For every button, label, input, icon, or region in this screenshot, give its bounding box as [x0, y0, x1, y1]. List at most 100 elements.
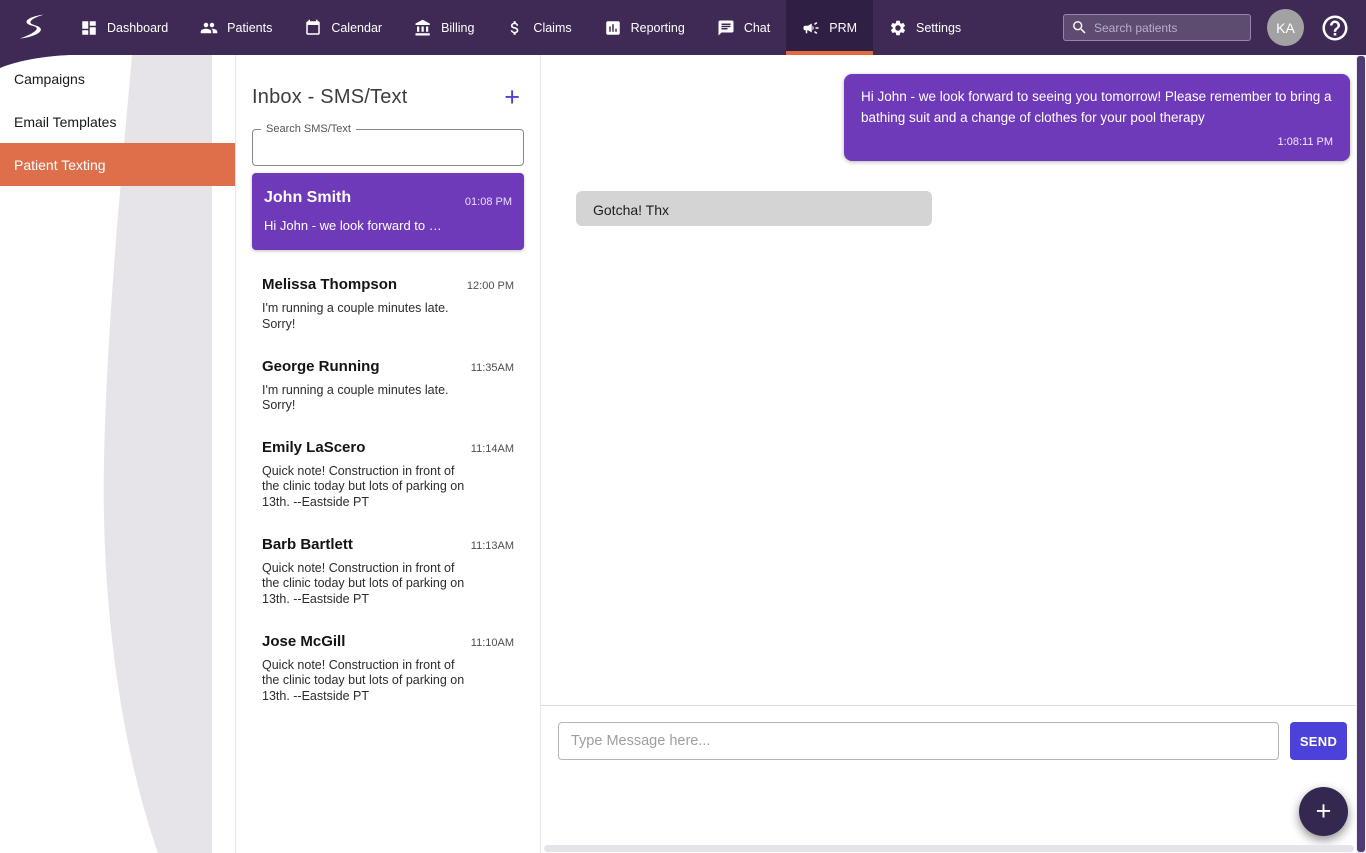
- nav-item-label: Patients: [227, 20, 273, 35]
- horizontal-scrollbar[interactable]: [544, 845, 1354, 852]
- patients-icon: [200, 19, 218, 37]
- message-row: Hi John - we look forward to seeing you …: [541, 74, 1366, 161]
- new-conversation-button[interactable]: +: [500, 83, 524, 111]
- vertical-scrollbar[interactable]: [1356, 55, 1366, 853]
- conversation-time: 11:13AM: [470, 539, 514, 552]
- nav-item-prm[interactable]: PRM: [786, 0, 874, 55]
- conversation-item[interactable]: John Smith 01:08 PM Hi John - we look fo…: [252, 173, 524, 251]
- nav-right: KA: [1063, 0, 1366, 55]
- nav-item-label: PRM: [829, 20, 858, 35]
- conversation-time: 11:10AM: [470, 636, 514, 649]
- nav-item-patients[interactable]: Patients: [184, 0, 288, 55]
- nav-item-label: Reporting: [630, 20, 685, 35]
- sidebar-item-patient-texting[interactable]: Patient Texting: [0, 143, 235, 186]
- conversation-item[interactable]: Barb Bartlett 11:13AM Quick note! Constr…: [252, 524, 524, 621]
- prm-sidebar: Campaigns Email Templates Patient Textin…: [0, 55, 235, 853]
- nav-item-calendar[interactable]: Calendar: [288, 0, 398, 55]
- message-bubble: Hi John - we look forward to seeing you …: [844, 74, 1350, 161]
- conversation-preview: Quick note! Construction in front of the…: [262, 560, 465, 606]
- conversation-list: John Smith 01:08 PM Hi John - we look fo…: [252, 173, 524, 717]
- conversation-item[interactable]: Jose McGill 11:10AM Quick note! Construc…: [252, 621, 524, 718]
- conversation-header: John Smith 01:08 PM: [264, 189, 512, 208]
- conversation-name: Jose McGill: [262, 632, 346, 650]
- nav-item-label: Settings: [916, 20, 962, 35]
- help-icon[interactable]: [1320, 13, 1350, 43]
- claims-icon: [506, 19, 524, 37]
- conversation-name: George Running: [262, 357, 380, 375]
- message-text: Gotcha! Thx: [593, 201, 670, 218]
- message-input[interactable]: [558, 722, 1279, 760]
- conversation-header: Melissa Thompson 12:00 PM: [262, 276, 514, 293]
- nav-item-label: Chat: [743, 20, 771, 35]
- nav-items: Dashboard Patients Calendar Billing Clai…: [64, 0, 977, 55]
- vertical-scrollbar-thumb[interactable]: [1357, 56, 1365, 852]
- nav-item-label: Dashboard: [107, 20, 169, 35]
- nav-item-settings[interactable]: Settings: [873, 0, 977, 55]
- nav-item-billing[interactable]: Billing: [398, 0, 490, 55]
- calendar-icon: [304, 19, 322, 37]
- conversation-item[interactable]: George Running 11:35AM I'm running a cou…: [252, 346, 524, 427]
- sidebar-item-label: Email Templates: [14, 113, 117, 130]
- page-body: Campaigns Email Templates Patient Textin…: [0, 55, 1366, 853]
- megaphone-icon: [802, 19, 820, 37]
- patient-search[interactable]: [1063, 14, 1251, 41]
- nav-item-claims[interactable]: Claims: [490, 0, 587, 55]
- sidebar-item-label: Patient Texting: [14, 156, 106, 173]
- conversation-header: Jose McGill 11:10AM: [262, 633, 514, 650]
- conversation-name: Melissa Thompson: [262, 276, 398, 294]
- nav-curve-decoration: [0, 55, 70, 68]
- conversation-preview: I'm running a couple minutes late. Sorry…: [262, 382, 449, 413]
- send-button[interactable]: SEND: [1290, 722, 1347, 760]
- sms-search-label: Search SMS/Text: [261, 123, 356, 135]
- sms-search-field[interactable]: Search SMS/Text: [252, 123, 524, 166]
- sidebar-list: Campaigns Email Templates Patient Textin…: [0, 55, 235, 186]
- inbox-header: Inbox - SMS/Text +: [252, 79, 524, 115]
- chat-icon: [717, 19, 735, 37]
- nav-item-dashboard[interactable]: Dashboard: [64, 0, 184, 55]
- conversation-item[interactable]: Emily LaScero 11:14AM Quick note! Constr…: [252, 427, 524, 524]
- conversation-name: Barb Bartlett: [262, 535, 353, 553]
- app-root: Dashboard Patients Calendar Billing Clai…: [0, 0, 1366, 853]
- conversation-time: 11:14AM: [470, 442, 514, 455]
- conversation-name: John Smith: [264, 189, 352, 206]
- search-icon: [1071, 19, 1088, 36]
- nav-item-label: Billing: [441, 20, 475, 35]
- sidebar-item-label: Campaigns: [14, 70, 85, 87]
- message-row: Gotcha! Thx: [541, 190, 1366, 226]
- message-bubble: Gotcha! Thx: [576, 190, 932, 226]
- composer-area: SEND: [541, 706, 1366, 853]
- message-text: Hi John - we look forward to seeing you …: [861, 89, 1332, 125]
- conversation-time: 12:00 PM: [466, 280, 514, 293]
- nav-item-reporting[interactable]: Reporting: [588, 0, 701, 55]
- conversation-preview: I'm running a couple minutes late. Sorry…: [262, 301, 449, 331]
- conversation-preview: Hi John - we look forward to …: [264, 218, 442, 233]
- gear-icon: [889, 19, 907, 37]
- conversation-time: 01:08 PM: [464, 196, 512, 208]
- top-nav: Dashboard Patients Calendar Billing Clai…: [0, 0, 1366, 68]
- patient-search-input[interactable]: [1094, 20, 1243, 35]
- sms-search-input[interactable]: [253, 130, 523, 165]
- nav-item-label: Claims: [533, 20, 572, 35]
- message-area: Hi John - we look forward to seeing you …: [541, 55, 1366, 706]
- billing-icon: [414, 19, 432, 37]
- sidebar-item-email-templates[interactable]: Email Templates: [0, 100, 235, 143]
- app-logo[interactable]: [0, 0, 64, 55]
- conversation-header: Barb Bartlett 11:13AM: [262, 536, 514, 553]
- nav-item-label: Calendar: [331, 20, 383, 35]
- dashboard-icon: [80, 19, 98, 37]
- avatar[interactable]: KA: [1267, 9, 1304, 46]
- chat-panel: Hi John - we look forward to seeing you …: [540, 55, 1366, 853]
- nav-item-chat[interactable]: Chat: [701, 0, 786, 55]
- conversation-preview: Quick note! Construction in front of the…: [262, 657, 465, 703]
- inbox-panel: Inbox - SMS/Text + Search SMS/Text John …: [235, 55, 540, 853]
- conversation-preview: Quick note! Construction in front of the…: [262, 463, 465, 509]
- reporting-icon: [604, 19, 622, 37]
- conversation-item[interactable]: Melissa Thompson 12:00 PM I'm running a …: [252, 264, 524, 345]
- message-time: 1:08:11 PM: [1277, 135, 1333, 148]
- new-message-fab[interactable]: +: [1299, 787, 1348, 836]
- logo-icon: [15, 11, 49, 45]
- conversation-header: George Running 11:35AM: [262, 358, 514, 375]
- conversation-time: 11:35AM: [470, 361, 514, 374]
- inbox-title: Inbox - SMS/Text: [252, 85, 408, 108]
- conversation-header: Emily LaScero 11:14AM: [262, 439, 514, 456]
